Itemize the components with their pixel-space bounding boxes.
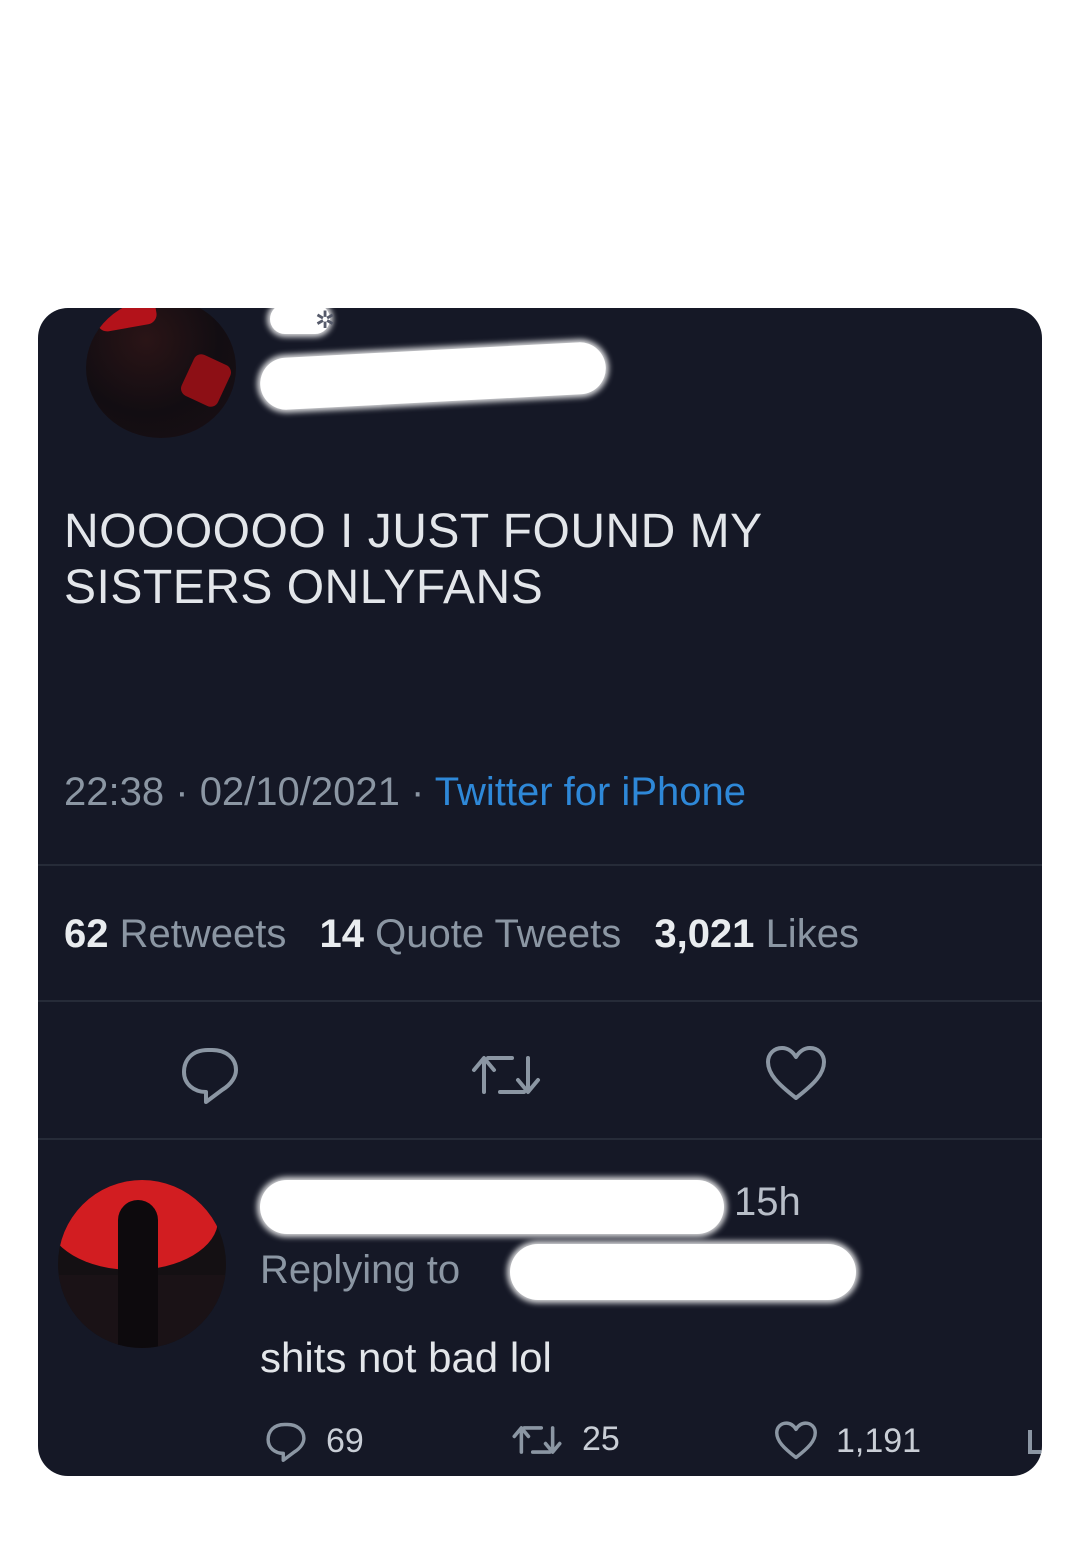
retweet-icon[interactable] <box>468 1050 544 1100</box>
reply-icon <box>266 1422 306 1462</box>
spider-web-icon: ✲ <box>314 308 336 334</box>
meta-separator: · <box>175 770 189 814</box>
tweet-stats: 62 Retweets 14 Quote Tweets 3,021 Likes <box>64 912 859 957</box>
tweet-card: ✲ NOOOOOO I JUST FOUND MY SISTERS ONLYFA… <box>38 308 1042 1476</box>
divider <box>38 1138 1042 1140</box>
reply-reply-button[interactable]: 69 <box>264 1420 364 1462</box>
like-icon <box>775 1421 817 1460</box>
tweet-date[interactable]: 02/10/2021 <box>200 770 400 814</box>
quote-tweets-stat[interactable]: 14 Quote Tweets <box>320 912 622 956</box>
tweet-meta: 22:38 · 02/10/2021 · Twitter for iPhone <box>64 770 746 815</box>
tweet-text-line-2: SISTERS ONLYFANS <box>64 561 544 614</box>
reply-like-count: 1,191 <box>836 1421 922 1460</box>
reply-retweet-button[interactable]: 25 <box>510 1420 620 1459</box>
retweet-icon <box>512 1425 562 1454</box>
retweets-stat[interactable]: 62 Retweets <box>64 912 286 956</box>
divider <box>38 1000 1042 1002</box>
reply-time[interactable]: 15h <box>734 1180 801 1225</box>
tweet-text-line-1: NOOOOOO I JUST FOUND MY <box>64 505 763 558</box>
redacted-username <box>258 340 608 412</box>
tweet-time[interactable]: 22:38 <box>64 770 164 814</box>
reply-icon[interactable] <box>178 1044 242 1104</box>
like-icon[interactable] <box>764 1044 828 1104</box>
tweet-text: NOOOOOO I JUST FOUND MY SISTERS ONLYFANS <box>64 504 1024 616</box>
reply-retweet-count: 25 <box>582 1420 620 1458</box>
redacted-replying-to-username <box>510 1244 856 1300</box>
replying-to-label: Replying to <box>260 1248 461 1292</box>
divider <box>38 864 1042 866</box>
redacted-reply-author <box>260 1180 724 1234</box>
likes-stat[interactable]: 3,021 Likes <box>654 912 859 956</box>
reply-like-button[interactable]: 1,191 <box>774 1420 921 1462</box>
reply-text: shits not bad lol <box>260 1334 552 1381</box>
meta-separator: · <box>411 770 425 814</box>
reply-reply-count: 69 <box>326 1421 364 1460</box>
reply-author-avatar[interactable] <box>58 1180 226 1348</box>
share-icon[interactable] <box>1022 1426 1042 1456</box>
tweet-source[interactable]: Twitter for iPhone <box>435 770 746 814</box>
author-avatar[interactable] <box>86 308 236 438</box>
